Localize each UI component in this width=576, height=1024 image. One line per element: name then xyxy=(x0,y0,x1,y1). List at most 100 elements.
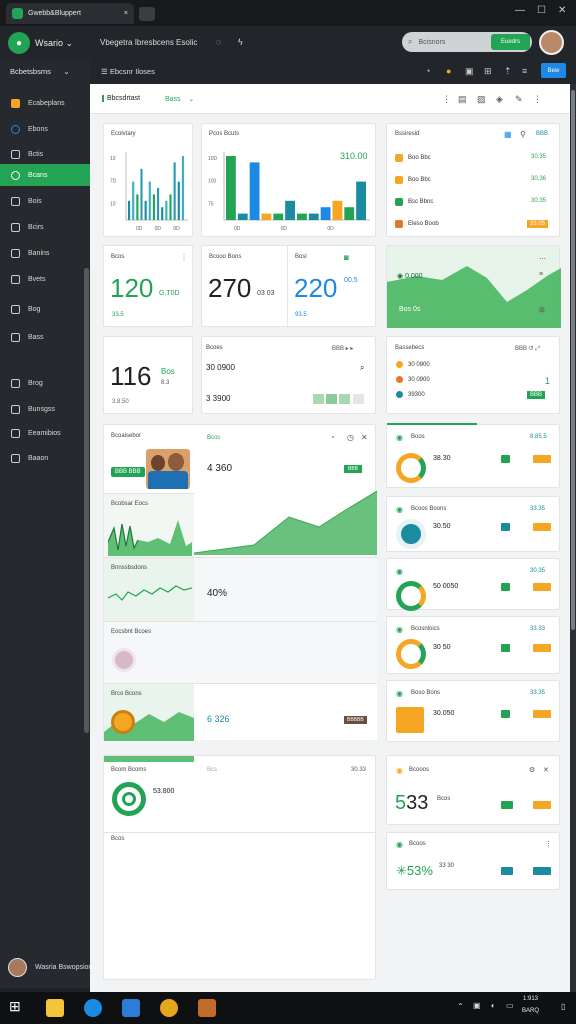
card-bar-chart-1[interactable]: Ecolvtary 10 7D 10 0D 0D 0D xyxy=(103,123,193,237)
app-name[interactable]: Wsario ⌄ xyxy=(35,38,73,49)
activity-panel[interactable]: Bcoaisebor BBB BBB Bcos ◔ ◷ ✕ 4 360 BBB … xyxy=(103,424,377,741)
list-card-3[interactable]: ◉ Bcosnloics 33.33 30 50 xyxy=(386,616,560,674)
table-icon[interactable]: ▦ xyxy=(504,130,512,139)
sidebar-item-7[interactable]: Bvets xyxy=(0,268,90,290)
subheader-badge[interactable]: Bass ⌄ xyxy=(165,95,194,103)
kpi-card-2[interactable]: Bcooo Bons 270 03 03 Bosl ◙ 220 00.5 93.… xyxy=(201,245,376,328)
clock-date[interactable]: BARQ xyxy=(522,1008,539,1014)
status-row[interactable]: Boo Bbc xyxy=(395,154,431,162)
summary-card-2[interactable]: ◉ Bcoos ⋮ ✳53% 33 30 xyxy=(386,832,560,890)
sync-icon[interactable]: ◈ xyxy=(496,94,503,105)
sidebar-item-10[interactable]: Brog xyxy=(0,372,90,394)
tray-up-icon[interactable]: ⌃ xyxy=(457,1002,464,1011)
sidebar-user[interactable]: Wasria Bswopsions xyxy=(8,958,96,977)
view-all-link[interactable]: BBB xyxy=(536,131,548,137)
sidebar-title[interactable]: Bcbetsbsms ⌄ xyxy=(10,67,70,76)
calendar-icon[interactable]: ▣ xyxy=(465,66,474,77)
more-icon[interactable]: ⋮ xyxy=(442,94,451,105)
status-row[interactable]: Eleso Boob xyxy=(395,220,439,228)
search-icon[interactable]: ⌕ xyxy=(360,363,364,373)
summary-card-1[interactable]: ◉ Bcooos ⚙ ✕ 533 Bcos xyxy=(386,755,560,825)
card-status-list[interactable]: Bssiresid ▦ ⚲ BBB Boo Bbc 30.35 Boo Bbc 30.… xyxy=(386,123,560,237)
start-menu-icon[interactable]: ⊞ xyxy=(9,998,21,1015)
kpi-area-card[interactable]: ◉ 0.000 Bos 0s ⋯ ≡ ⊞ xyxy=(386,245,561,328)
refresh-icon[interactable]: ◌ xyxy=(216,37,221,47)
app-logo-icon[interactable]: ● xyxy=(8,32,30,54)
app-icon[interactable] xyxy=(198,999,216,1017)
browser-tab[interactable]: Gwebb&Bluppert × xyxy=(6,3,134,24)
activity-row-2[interactable]: Bnnssbsdons 40% xyxy=(104,557,377,622)
header-nav[interactable]: Vbegetra Ibresbcens Esolic xyxy=(100,38,197,47)
list-row[interactable]: 39300 xyxy=(396,391,425,398)
list-row[interactable]: 30 0900 xyxy=(396,376,430,383)
network-icon[interactable]: ▣ xyxy=(473,1001,481,1010)
close-icon[interactable]: ✕ xyxy=(543,766,549,774)
status-row[interactable]: Bsc Bbnc xyxy=(395,198,433,206)
list-card-0[interactable]: ◉ Boos 8.85.5 38.30 xyxy=(386,423,560,488)
activity-row-4[interactable]: Brco Bcons 6 326 BBBBB xyxy=(104,683,377,741)
summary-panel[interactable]: Bcom Bcoms Bcs 30.33 53.800 Bcos xyxy=(103,755,377,980)
tab-close-icon[interactable]: × xyxy=(124,10,128,17)
list-card-1[interactable]: ◉ Bcoos Boons 33.35 30.50 xyxy=(386,496,560,552)
upload-icon[interactable]: ⇡ xyxy=(504,66,512,77)
clock-time[interactable]: 1:913 xyxy=(523,996,538,1002)
save-icon[interactable]: ▤ xyxy=(458,94,467,105)
history-icon[interactable]: ◔ xyxy=(425,66,430,76)
card-list-3[interactable]: Bassebecs BBB ↺ ⤢ 30 0900 30 0900 1 39300 BB… xyxy=(386,336,560,414)
new-tab-button[interactable] xyxy=(139,7,155,21)
new-button[interactable]: Bew xyxy=(541,63,566,78)
sidebar-item-1[interactable]: Ebons xyxy=(0,118,90,140)
kpi-card-1[interactable]: Bcos ⋮ 120 G.T0D 33.5 xyxy=(103,245,193,327)
chrome-browser-icon[interactable] xyxy=(160,999,178,1017)
volume-icon[interactable]: ◖ xyxy=(490,1001,495,1010)
more-vertical-icon[interactable]: ⋮ xyxy=(533,94,542,105)
close-window-icon[interactable]: ✕ xyxy=(558,5,566,16)
activity-row-3[interactable]: Eocsbnt Bcoes xyxy=(104,621,377,683)
more-icon[interactable]: ⋯ xyxy=(539,255,546,263)
sidebar-item-12[interactable]: Eeamibios xyxy=(0,422,90,444)
sidebar-item-3[interactable]: Bcans xyxy=(0,164,90,186)
sidebar-item-13[interactable]: Baaon xyxy=(0,447,90,469)
maximize-icon[interactable]: ☐ xyxy=(537,5,546,16)
bolt-icon[interactable]: ϟ xyxy=(238,37,243,47)
sidebar-item-11[interactable]: Bunsgss xyxy=(0,398,90,420)
list-row[interactable]: 30 0900 xyxy=(396,361,430,368)
profile-avatar[interactable] xyxy=(539,30,564,55)
file-explorer-icon[interactable] xyxy=(46,999,64,1017)
store-icon[interactable] xyxy=(122,999,140,1017)
more-icon[interactable]: ⋮ xyxy=(545,840,552,848)
sidebar-item-4[interactable]: Bois xyxy=(0,190,90,212)
activity-row-1[interactable]: Bcobsar Eocs xyxy=(104,493,194,557)
sidebar-item-9[interactable]: Bass xyxy=(0,326,90,348)
list-card-2[interactable]: ◉ 30.35 50 0050 xyxy=(386,558,560,611)
bell-icon[interactable]: ● xyxy=(446,66,451,76)
sidebar-item-0[interactable]: Ecabeplans xyxy=(0,92,90,114)
lock-icon[interactable]: ▨ xyxy=(477,94,486,105)
edit-icon[interactable]: ✎ xyxy=(515,94,523,105)
grid-icon[interactable]: ⊞ xyxy=(539,306,545,314)
link-icon[interactable]: ⚲ xyxy=(520,130,526,139)
main-scrollbar-thumb[interactable] xyxy=(571,90,575,630)
sidebar-scrollbar[interactable] xyxy=(84,268,89,733)
settings-icon[interactable]: ⚙ xyxy=(529,766,535,774)
sidebar-item-5[interactable]: Bcirs xyxy=(0,216,90,238)
search-button[interactable]: Euedrs xyxy=(491,34,530,50)
edge-browser-icon[interactable] xyxy=(84,999,102,1017)
battery-icon[interactable]: ▭ xyxy=(506,1001,514,1010)
kpi-card-3[interactable]: 116 Bos 8.3 3.8.50 xyxy=(103,336,193,414)
close-icon[interactable]: ✕ xyxy=(361,433,368,442)
sidebar-item-8[interactable]: Bog xyxy=(0,298,90,320)
notification-icon[interactable]: ▯ xyxy=(561,1002,565,1011)
sidebar-item-2[interactable]: Bctis xyxy=(0,143,90,165)
minimize-icon[interactable]: — xyxy=(515,5,525,16)
status-row[interactable]: Boo Bbc xyxy=(395,176,431,184)
list-card-4[interactable]: ◉ Boso Bons 33.35 30.050 xyxy=(386,680,560,742)
breadcrumb[interactable]: ☰ Ebcsnr Iloses xyxy=(101,67,155,76)
grid-icon[interactable]: ⊞ xyxy=(484,66,492,77)
sidebar-item-6[interactable]: Banins xyxy=(0,242,90,264)
card-two-rows[interactable]: Bcoes BBB ▸ ▸ 30 0900 ⌕ 3 3900 xyxy=(201,336,376,414)
card-actions[interactable]: BBB ↺ ⤢ xyxy=(515,345,540,353)
more-icon[interactable]: ⋮ xyxy=(180,253,188,262)
clock-icon[interactable]: ◷ xyxy=(347,433,354,442)
list-icon[interactable]: ≡ xyxy=(522,66,527,76)
